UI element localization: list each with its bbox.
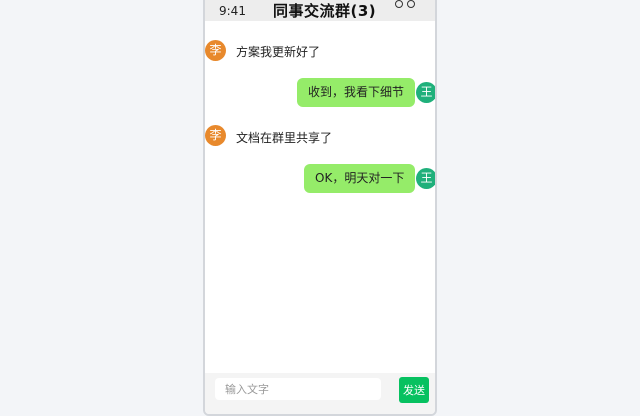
phone-frame: 9:41 同事交流群(3) 李 方案我更新好了 收到，我看下细节 王 李 文档在… bbox=[203, 0, 437, 416]
message-input[interactable] bbox=[215, 378, 381, 400]
message-text: 文档在群里共享了 bbox=[236, 131, 333, 145]
chat-title: 同事交流群(3) bbox=[273, 2, 377, 20]
more-icon-dot bbox=[395, 0, 403, 8]
message-text: 方案我更新好了 bbox=[236, 45, 321, 59]
composer-bar: 发送 bbox=[205, 373, 435, 414]
send-button[interactable]: 发送 bbox=[399, 377, 429, 403]
chat-header: 9:41 同事交流群(3) bbox=[205, 0, 435, 21]
avatar[interactable]: 王 bbox=[416, 168, 435, 189]
more-icon[interactable] bbox=[395, 0, 415, 8]
status-time: 9:41 bbox=[219, 4, 246, 18]
message-bubble: OK，明天对一下 bbox=[304, 164, 416, 193]
message-list[interactable]: 李 方案我更新好了 收到，我看下细节 王 李 文档在群里共享了 OK，明天对一下… bbox=[205, 21, 435, 373]
more-icon-dot bbox=[407, 0, 415, 8]
avatar[interactable]: 李 bbox=[205, 40, 226, 61]
avatar[interactable]: 王 bbox=[416, 82, 435, 103]
message-bubble: 收到，我看下细节 bbox=[297, 78, 416, 107]
avatar[interactable]: 李 bbox=[205, 125, 226, 146]
